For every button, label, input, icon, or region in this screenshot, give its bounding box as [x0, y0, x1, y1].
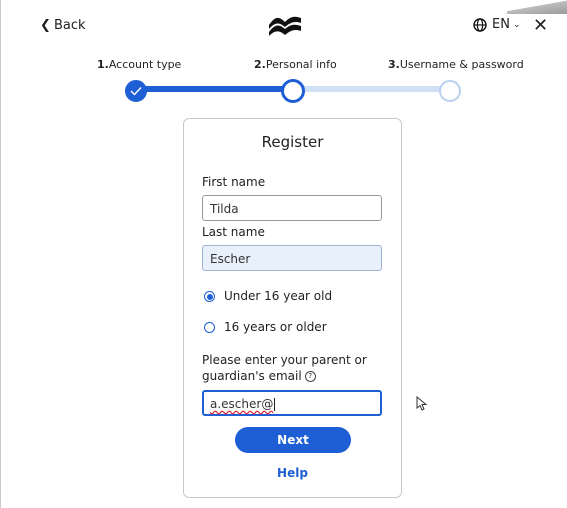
text-cursor [274, 398, 276, 411]
radio-under-16[interactable]: Under 16 year old [204, 289, 332, 303]
step-3-number: 3. [388, 58, 400, 71]
globe-icon [473, 17, 487, 32]
stepper-track-remaining [292, 86, 449, 92]
radio-unselected-icon [204, 321, 215, 333]
guardian-email-input[interactable]: a.escher@ [202, 390, 382, 416]
step-1-number: 1. [97, 58, 109, 71]
stepper-track-complete [145, 86, 292, 92]
guardian-email-label: Please enter your parent or guardian's e… [202, 353, 367, 383]
back-label: Back [54, 18, 86, 33]
next-button[interactable]: Next [235, 427, 351, 453]
guardian-email-prompt: Please enter your parent or guardian's e… [202, 352, 387, 384]
language-label: EN [492, 17, 510, 32]
radio-selected-icon [204, 290, 215, 302]
top-bar: ❮ Back EN ⌄ ✕ [0, 0, 567, 50]
last-name-value: Escher [210, 252, 251, 266]
first-name-input[interactable]: Tilda [202, 195, 382, 221]
chevron-left-icon: ❮ [40, 18, 51, 33]
step-2-indicator [281, 79, 305, 103]
radio-16-or-older[interactable]: 16 years or older [204, 320, 327, 334]
radio-under-16-label: Under 16 year old [224, 289, 333, 303]
form-title: Register [261, 133, 324, 151]
step-3-indicator [439, 80, 461, 102]
chevron-down-icon: ⌄ [512, 19, 521, 30]
first-name-value: Tilda [210, 202, 239, 216]
last-name-input[interactable]: Escher [202, 245, 382, 271]
step-1-text: Account type [108, 58, 182, 71]
register-card: Register First name Tilda Last name Esch… [183, 118, 402, 498]
step-2-number: 2. [254, 58, 266, 71]
check-icon [130, 87, 142, 96]
first-name-label: First name [202, 175, 266, 189]
step-2-text: Personal info [265, 58, 337, 71]
help-link[interactable]: Help [184, 466, 401, 480]
guardian-email-value: a.escher@ [210, 397, 274, 411]
step-3-text: Username & password [399, 58, 524, 71]
step-3-label: 3.Username & password [388, 58, 524, 71]
step-1-indicator [125, 80, 147, 102]
window-edge [0, 0, 1, 508]
last-name-label: Last name [202, 225, 265, 239]
mouse-pointer-icon [416, 396, 428, 411]
close-icon[interactable]: ✕ [533, 15, 548, 36]
language-selector[interactable]: EN ⌄ [473, 17, 521, 32]
help-circle-icon[interactable]: ? [304, 371, 316, 382]
step-1-label: 1.Account type [97, 58, 181, 71]
radio-16-or-older-label: 16 years or older [224, 320, 327, 334]
step-2-label: 2.Personal info [254, 58, 337, 71]
back-button[interactable]: ❮ Back [40, 18, 86, 33]
brand-logo-icon [269, 16, 301, 36]
